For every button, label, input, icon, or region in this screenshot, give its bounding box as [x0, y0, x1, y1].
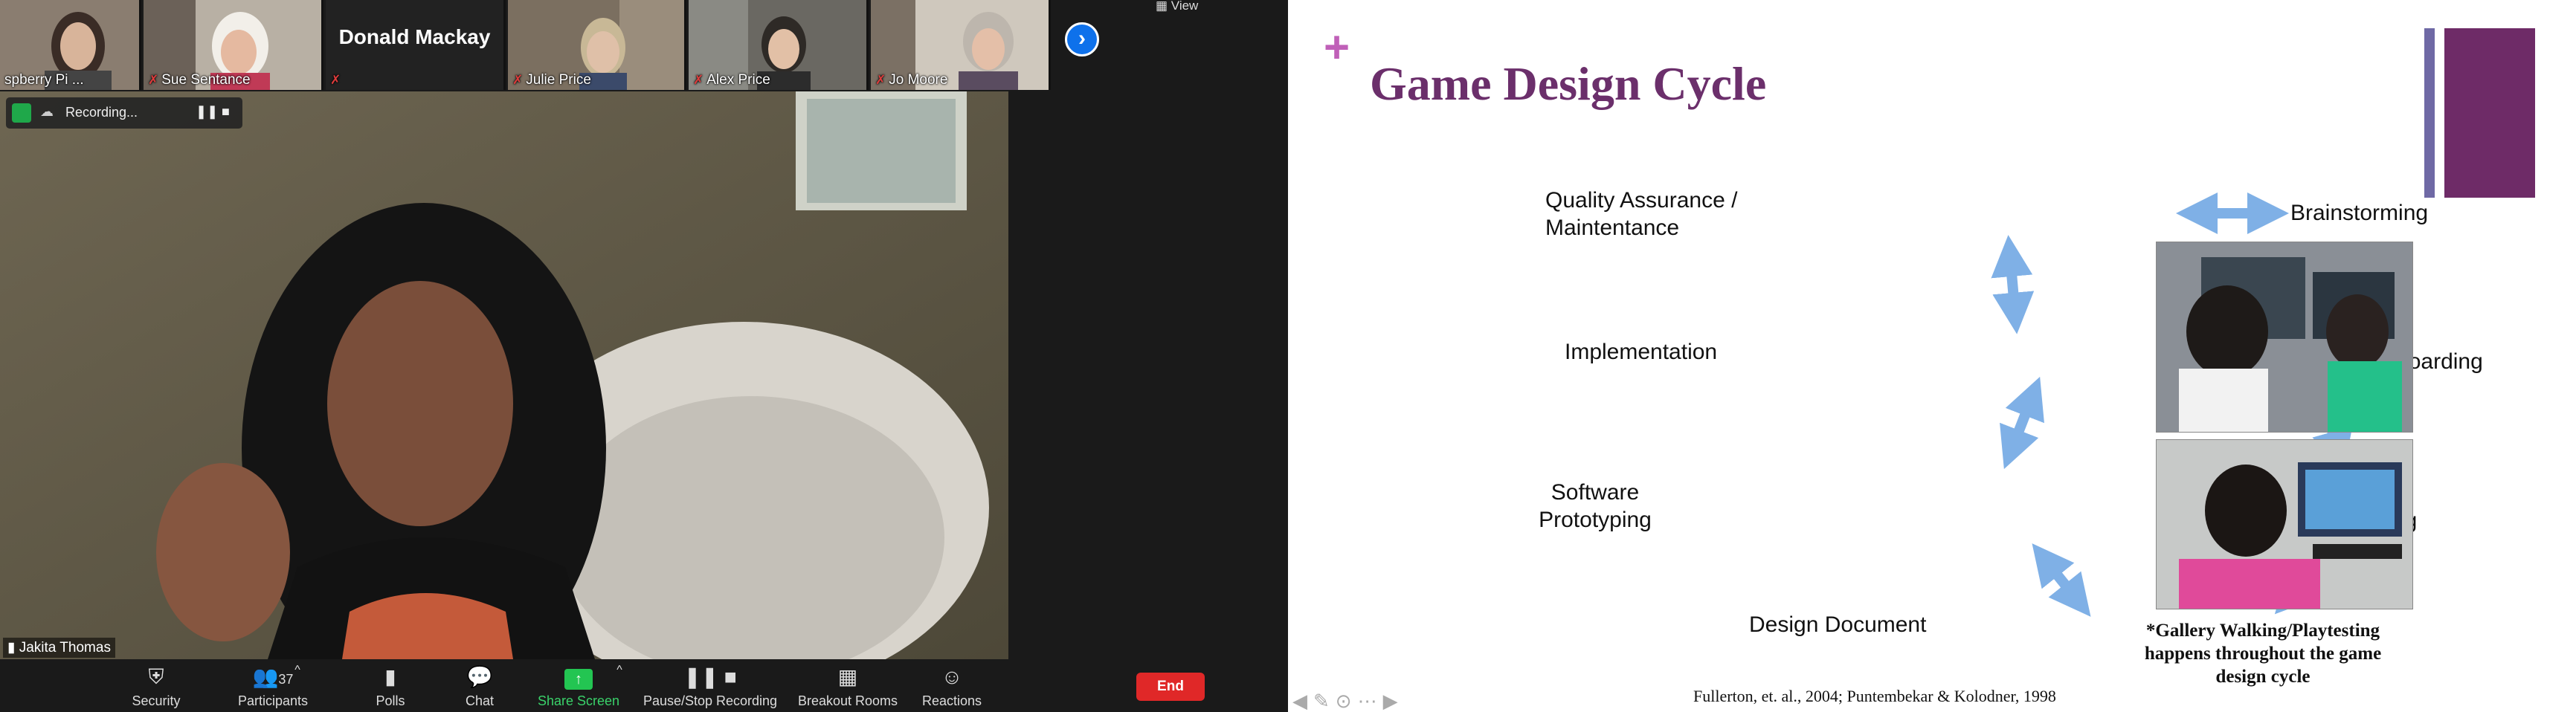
chat-button[interactable]: 💬 Chat	[431, 664, 528, 709]
pen-icon[interactable]: ✎	[1313, 690, 1336, 712]
signal-icon: ▮	[7, 640, 19, 656]
zoom-meeting-pane: spberry Pi ... ✗ Sue Sentance Donald Mack…	[0, 0, 1288, 712]
node-design-document: Design Document	[1749, 612, 1927, 637]
double-arrow-icon	[2000, 376, 2044, 470]
muted-mic-icon: ✗	[875, 73, 886, 87]
grid-icon: ▦	[837, 665, 858, 688]
classroom-photo	[2156, 242, 2413, 433]
meeting-toolbar: ⛨ Security 👥37 Participants ^ ▮ Polls 💬 …	[0, 659, 1288, 712]
classroom-photo-image	[2157, 242, 2412, 432]
reactions-button[interactable]: ☺ Reactions	[904, 664, 1000, 709]
slide-citation: Fullerton, et. al., 2004; Puntembekar & …	[1693, 687, 2056, 705]
view-menu[interactable]: ▦ View	[1156, 0, 1198, 13]
muted-mic-icon: ✗	[512, 73, 524, 87]
participant-tile[interactable]: Donald Mackay ✗	[326, 0, 506, 90]
share-caret-icon[interactable]: ^	[608, 664, 631, 677]
participant-name: ✗ Alex Price	[693, 72, 770, 88]
stop-icon[interactable]: ■	[222, 104, 230, 120]
cloud-icon: ☁	[40, 104, 54, 119]
speaker-video-frame	[0, 91, 1008, 659]
pause-stop-icon: ❚❚ ■	[683, 665, 737, 688]
participants-caret-icon[interactable]: ^	[286, 664, 309, 677]
double-arrow-icon	[2032, 543, 2091, 617]
recording-status: Recording...	[65, 105, 138, 120]
chat-icon: 💬	[466, 665, 493, 688]
node-brainstorming: Brainstorming	[2290, 201, 2429, 225]
screen: spberry Pi ... ✗ Sue Sentance Donald Mack…	[0, 0, 2576, 712]
participant-tile[interactable]: ✗ Alex Price	[689, 0, 869, 90]
participant-name: spberry Pi ...	[4, 72, 84, 88]
node-implementation: Implementation	[1565, 340, 1718, 364]
next-arrow-icon[interactable]: ▶	[1383, 690, 1404, 712]
classroom-photo	[2156, 439, 2413, 609]
end-meeting-button[interactable]: End	[1136, 673, 1205, 701]
participant-status: ✗	[330, 72, 344, 88]
active-speaker-video	[0, 91, 1008, 659]
node-quality-assurance: Quality Assurance / Maintentance	[1545, 188, 1738, 240]
zoom-icon[interactable]: ⊙	[1336, 690, 1358, 712]
participant-tile[interactable]: ✗ Sue Sentance	[144, 0, 323, 90]
muted-mic-icon: ✗	[148, 73, 159, 87]
pause-stop-recording-button[interactable]: ❚❚ ■ Pause/Stop Recording	[636, 664, 785, 709]
smiley-icon: ☺	[941, 665, 963, 688]
pause-icon[interactable]: ❚❚	[196, 104, 218, 120]
participant-display-name: Donald Mackay	[338, 25, 491, 48]
participant-tile[interactable]: ✗ Jo Moore	[871, 0, 1051, 90]
next-page-button[interactable]: ›	[1065, 22, 1099, 56]
participant-name: ✗ Julie Price	[512, 72, 591, 88]
bar-chart-icon: ▮	[384, 665, 396, 688]
breakout-rooms-button[interactable]: ▦ Breakout Rooms	[788, 664, 907, 709]
muted-mic-icon: ✗	[330, 73, 341, 87]
shared-slide: + Game Design Cycle Quality Assurance / …	[1288, 0, 2576, 712]
classroom-photo-image	[2157, 440, 2412, 609]
shield-icon	[12, 103, 31, 123]
recording-indicator: ☁ Recording... ❚❚ ■	[6, 97, 242, 129]
polls-button[interactable]: ▮ Polls	[342, 664, 439, 709]
security-button[interactable]: ⛨ Security	[108, 664, 205, 709]
participant-name: ✗ Sue Sentance	[148, 72, 251, 88]
participant-tile[interactable]: ✗ Julie Price	[508, 0, 686, 90]
chevron-right-icon: ›	[1078, 26, 1086, 51]
prev-arrow-icon[interactable]: ◀	[1292, 690, 1313, 712]
shield-icon: ⛨	[148, 665, 164, 688]
node-software-prototyping: Software Prototyping	[1539, 480, 1652, 532]
grid-icon: ▦	[1156, 0, 1171, 13]
double-arrow-icon	[1991, 235, 2035, 334]
more-icon[interactable]: ⋯	[1358, 690, 1383, 712]
participant-name: ✗ Jo Moore	[875, 72, 948, 88]
participant-tile[interactable]: spberry Pi ...	[0, 0, 141, 90]
speaker-name-label: ▮ Jakita Thomas	[3, 638, 115, 658]
slide-navigation-controls[interactable]: ◀✎⊙⋯▶	[1292, 690, 1404, 712]
gallery-walking-note: *Gallery Walking/Playtesting happens thr…	[2144, 621, 2382, 687]
muted-mic-icon: ✗	[693, 73, 704, 87]
